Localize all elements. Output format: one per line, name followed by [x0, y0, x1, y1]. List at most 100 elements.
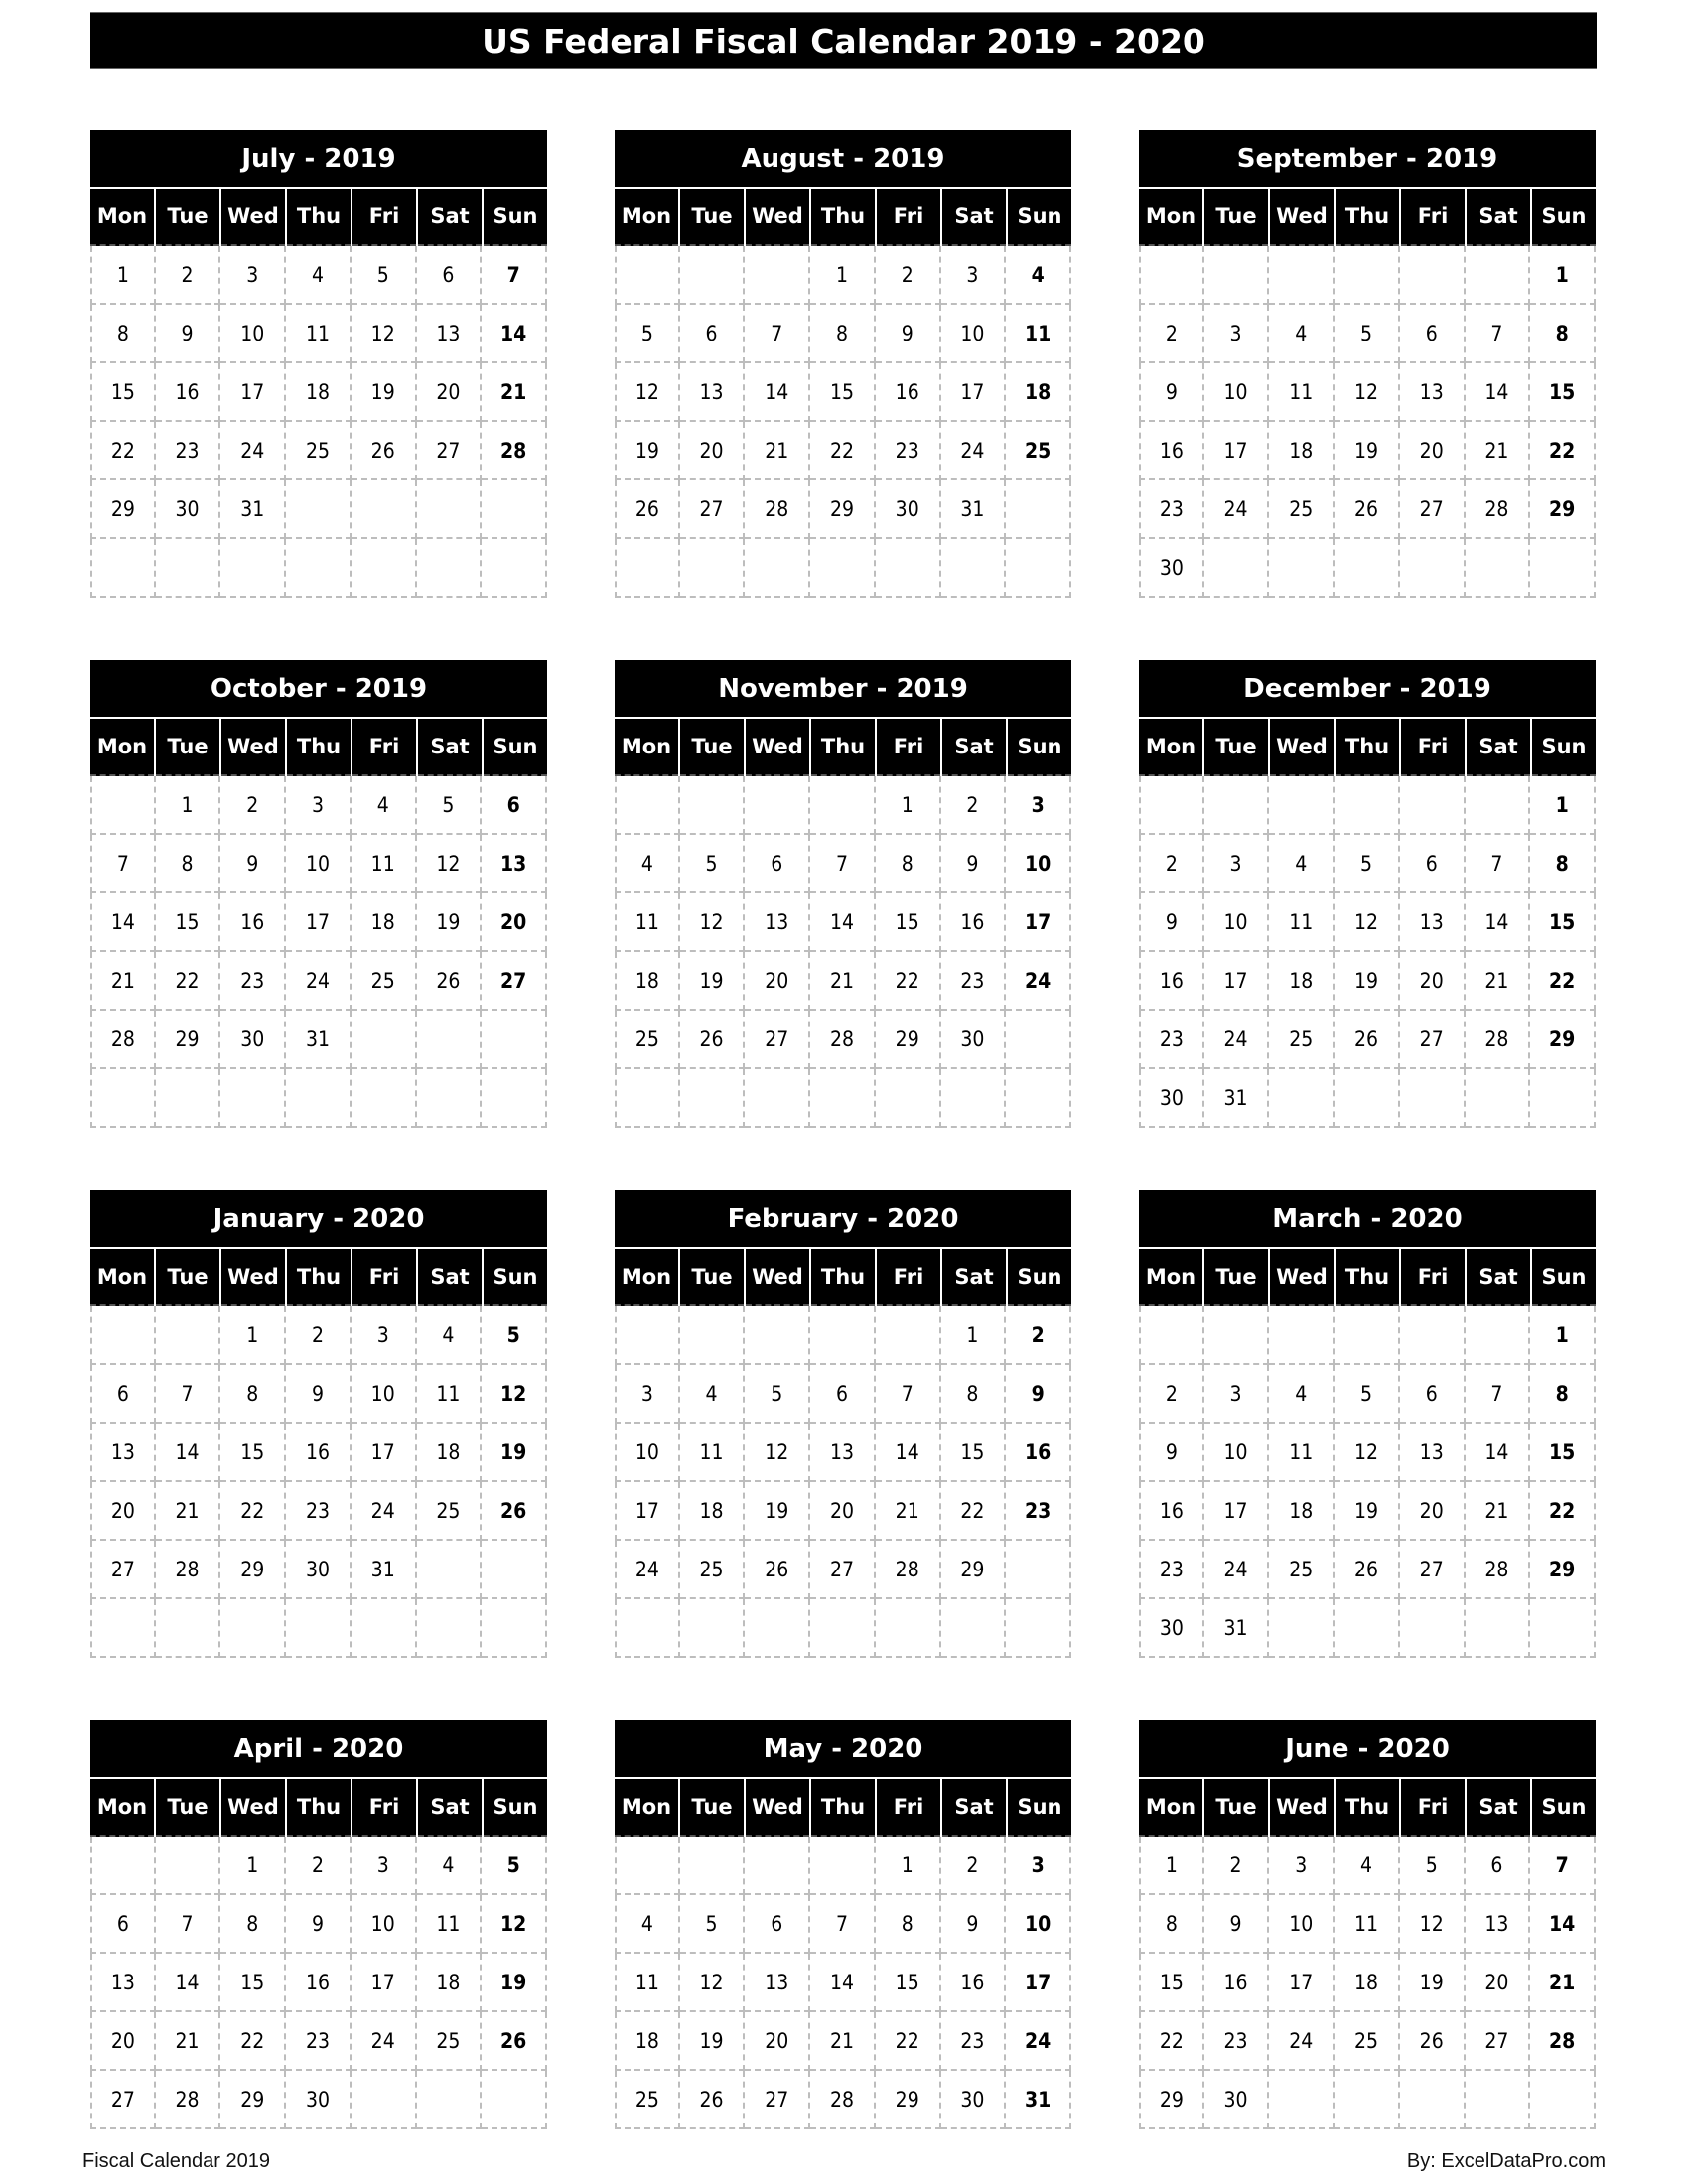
- date-grid: 1 2 3 4 5 6 7 8 9 10 11 12 13 14 15 16 17 18 19 20 21 22 23 24 2…: [90, 246, 547, 598]
- weekday-label: Tue: [1204, 189, 1268, 246]
- weekday-label: Fri: [877, 1779, 940, 1837]
- date-cell: 10: [1269, 1895, 1336, 1954]
- date-cell: [416, 1541, 483, 1599]
- date-cell: 28: [155, 2071, 221, 2129]
- date-cell: 20: [1465, 1954, 1531, 2012]
- date-cell: 23: [940, 952, 1007, 1011]
- weekday-label: Fri: [1401, 719, 1465, 776]
- date-cell: 5: [416, 776, 483, 835]
- date-cell: 8: [875, 1895, 941, 1954]
- date-cell: 4: [351, 776, 417, 835]
- month-calendar: June - 2020 Mon Tue Wed Thu Fri Sat Sun 1 2 3 4 5 6 7 8…: [1139, 1720, 1596, 2129]
- weekday-label: Fri: [877, 1249, 940, 1306]
- date-cell: 10: [1006, 835, 1071, 893]
- date-cell: [1203, 1306, 1270, 1365]
- date-cell: 31: [1203, 1599, 1270, 1658]
- date-cell: 24: [1269, 2012, 1336, 2071]
- date-cell: [1006, 539, 1071, 598]
- date-cell: 12: [482, 1365, 547, 1424]
- date-cell: 10: [615, 1424, 680, 1482]
- month-title: March - 2020: [1139, 1190, 1596, 1247]
- date-cell: [1399, 246, 1466, 305]
- date-cell: 1: [1530, 776, 1596, 835]
- date-cell: 24: [1203, 480, 1270, 539]
- date-cell: 22: [940, 1482, 1007, 1541]
- date-cell: 9: [1139, 1424, 1204, 1482]
- date-cell: 4: [1335, 1837, 1400, 1895]
- date-cell: 9: [1139, 363, 1204, 422]
- date-cell: 28: [155, 1541, 221, 1599]
- date-cell: 30: [875, 480, 941, 539]
- date-grid: 1 2 3 4 5 6 7 8 9 10 11 12 13 14 15 16 17 18 19 20 21 22 23 24 2…: [1139, 776, 1596, 1128]
- date-cell: 16: [220, 893, 287, 952]
- weekday-header-row: Mon Tue Wed Thu Fri Sat Sun: [615, 1779, 1071, 1837]
- date-cell: 3: [286, 776, 352, 835]
- date-cell: 22: [155, 952, 221, 1011]
- date-cell: 13: [90, 1954, 156, 2012]
- date-cell: 6: [745, 1895, 811, 1954]
- date-cell: 14: [1465, 1424, 1531, 1482]
- weekday-label: Fri: [352, 189, 416, 246]
- date-cell: 15: [1139, 1954, 1204, 2012]
- date-cell: [940, 539, 1007, 598]
- date-cell: 6: [416, 246, 483, 305]
- date-cell: [1203, 539, 1270, 598]
- weekday-header-row: Mon Tue Wed Thu Fri Sat Sun: [90, 189, 547, 246]
- date-cell: 7: [1465, 835, 1531, 893]
- month-title: July - 2019: [90, 130, 547, 187]
- date-cell: 23: [1139, 480, 1204, 539]
- date-cell: 25: [615, 1011, 680, 1069]
- date-cell: 2: [286, 1306, 352, 1365]
- weekday-label: Wed: [1270, 1779, 1334, 1837]
- month-calendar: February - 2020 Mon Tue Wed Thu Fri Sat Sun 1 2 3 4…: [615, 1190, 1071, 1658]
- footer-credit: By: ExcelDataPro.com: [1406, 2150, 1606, 2172]
- date-cell: 25: [351, 952, 417, 1011]
- date-cell: [1269, 539, 1336, 598]
- date-cell: [1139, 776, 1204, 835]
- date-cell: 5: [1335, 305, 1400, 363]
- date-cell: 23: [155, 422, 221, 480]
- month-calendar: October - 2019 Mon Tue Wed Thu Fri Sat Sun 1 2 3 4 5…: [90, 660, 547, 1128]
- date-cell: 26: [1335, 1011, 1400, 1069]
- weekday-label: Mon: [90, 1249, 154, 1306]
- date-cell: 6: [1399, 835, 1466, 893]
- month-title: February - 2020: [615, 1190, 1071, 1247]
- weekday-label: Sun: [1008, 189, 1071, 246]
- weekday-label: Wed: [221, 189, 285, 246]
- date-cell: [351, 2071, 417, 2129]
- date-cell: 3: [1203, 1365, 1270, 1424]
- date-cell: 1: [220, 1837, 287, 1895]
- date-cell: 30: [286, 1541, 352, 1599]
- date-cell: 31: [940, 480, 1007, 539]
- date-cell: 19: [482, 1954, 547, 2012]
- date-cell: 26: [1335, 480, 1400, 539]
- date-cell: 5: [1399, 1837, 1466, 1895]
- date-cell: 5: [482, 1306, 547, 1365]
- date-cell: [615, 539, 680, 598]
- date-cell: 12: [1335, 363, 1400, 422]
- date-cell: [90, 1069, 156, 1128]
- date-cell: 6: [90, 1895, 156, 1954]
- date-cell: 8: [940, 1365, 1007, 1424]
- date-cell: 1: [1139, 1837, 1204, 1895]
- date-cell: [1269, 2071, 1336, 2129]
- date-cell: 13: [810, 1424, 876, 1482]
- date-cell: 2: [875, 246, 941, 305]
- date-cell: 1: [1530, 246, 1596, 305]
- weekday-label: Sat: [1467, 1779, 1530, 1837]
- date-cell: [679, 1837, 746, 1895]
- date-cell: [416, 539, 483, 598]
- date-cell: 27: [1399, 1541, 1466, 1599]
- date-cell: [745, 776, 811, 835]
- date-cell: 17: [1269, 1954, 1336, 2012]
- date-cell: [679, 1599, 746, 1658]
- date-grid: 1 2 3 4 5 6 7 8 9 10 11 12 13 14 15 16 17 18 19 20 21 22 23 24 2…: [1139, 246, 1596, 598]
- weekday-header-row: Mon Tue Wed Thu Fri Sat Sun: [1139, 1249, 1596, 1306]
- weekday-label: Wed: [746, 719, 809, 776]
- month-title: May - 2020: [615, 1720, 1071, 1777]
- date-cell: 22: [1530, 1482, 1596, 1541]
- weekday-label: Thu: [811, 1779, 875, 1837]
- date-cell: [679, 776, 746, 835]
- date-cell: [1335, 539, 1400, 598]
- date-cell: 4: [615, 835, 680, 893]
